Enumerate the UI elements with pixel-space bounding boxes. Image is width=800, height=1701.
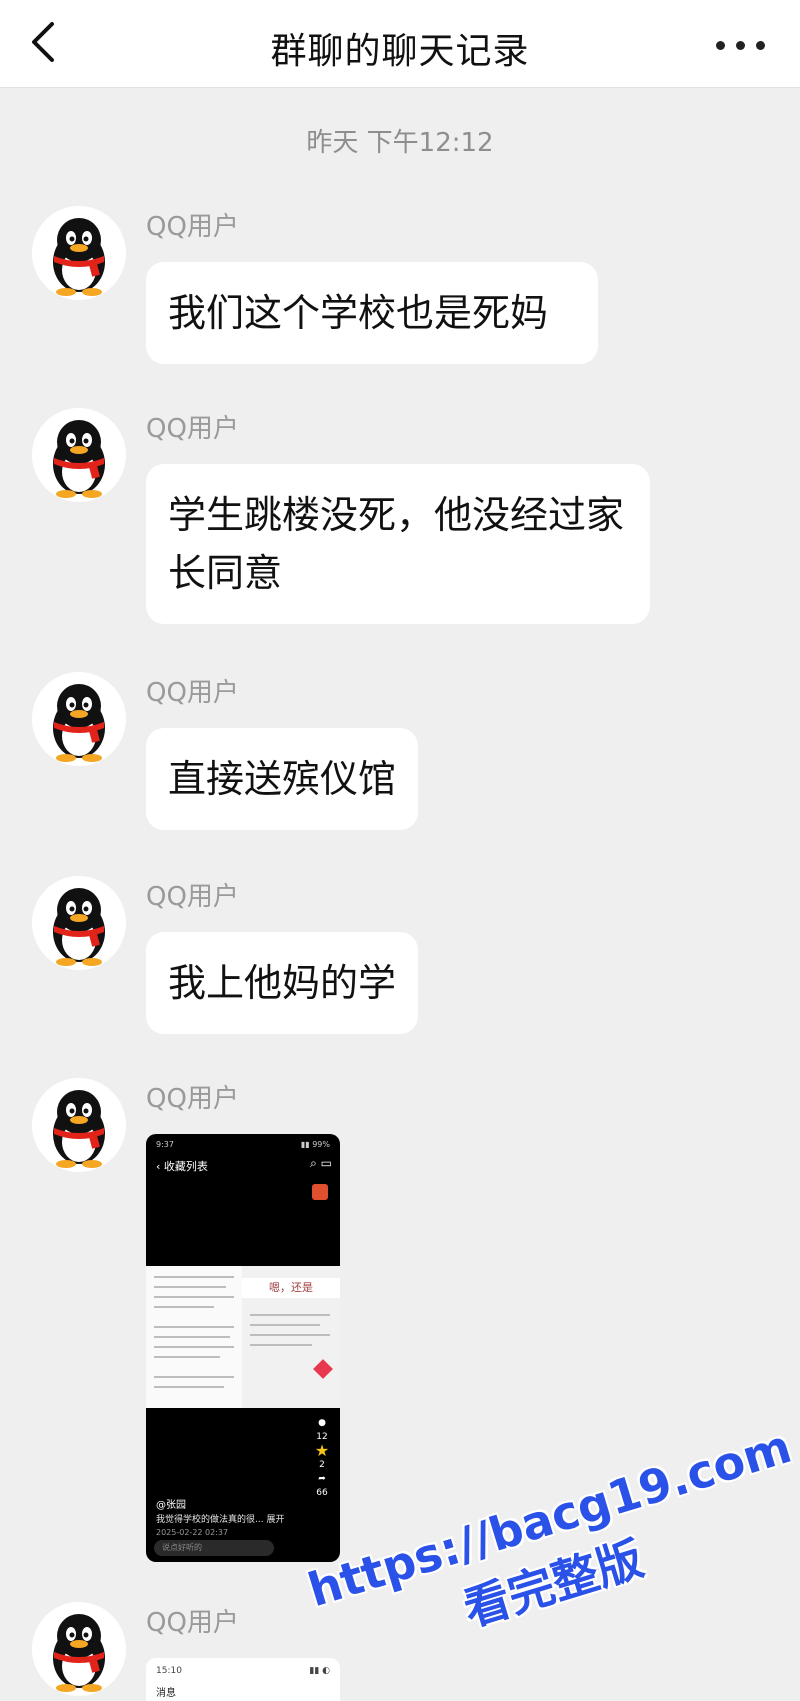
image-message[interactable]: 9:37 ▮▮ 99% ‹ 收藏列表 ⌕ ▭ 嗯，还是 ● 12 ★ 2 ➦ 6… bbox=[146, 1134, 340, 1562]
message-bubble[interactable]: 学生跳楼没死，他没经过家长同意 bbox=[146, 464, 650, 624]
qq-penguin-icon bbox=[32, 876, 126, 970]
screenshot-description: 我觉得学校的做法真的很... 展开 bbox=[156, 1515, 285, 1525]
more-button[interactable] bbox=[714, 24, 770, 64]
qq-penguin-icon bbox=[32, 206, 126, 300]
avatar[interactable] bbox=[32, 1078, 126, 1172]
star-icon: ★ bbox=[314, 1441, 330, 1460]
sender-name: QQ用户 bbox=[146, 212, 239, 242]
screenshot-heading: 消息 bbox=[156, 1688, 176, 1699]
share-icon: ➦ bbox=[318, 1474, 326, 1484]
status-bar-time: 9:37 bbox=[156, 1140, 174, 1149]
qq-penguin-icon bbox=[32, 408, 126, 502]
more-horizontal-icon bbox=[716, 41, 725, 50]
message-bubble[interactable]: 直接送殡仪馆 bbox=[146, 728, 419, 830]
chat-header: 群聊的聊天记录 bbox=[0, 0, 800, 88]
screenshot-content: 嗯，还是 bbox=[146, 1266, 340, 1408]
status-bar-time: 15:10 bbox=[156, 1666, 182, 1676]
qq-penguin-icon bbox=[32, 672, 126, 766]
status-bar-icons: ▮▮ ◐ bbox=[309, 1666, 330, 1676]
avatar[interactable] bbox=[32, 876, 126, 970]
sender-name: QQ用户 bbox=[146, 678, 239, 708]
message-timestamp: 昨天 下午12:12 bbox=[306, 128, 494, 158]
screenshot-comment-box: 说点好听的 bbox=[154, 1540, 274, 1556]
comment-icon: ● bbox=[318, 1418, 326, 1428]
gift-icon bbox=[312, 1184, 328, 1200]
avatar[interactable] bbox=[32, 672, 126, 766]
image-message[interactable]: 15:10 ▮▮ ◐ 消息 bbox=[146, 1658, 340, 1701]
screenshot-side-actions: ● 12 ★ 2 ➦ 66 bbox=[312, 1416, 332, 1500]
status-bar-icons: ▮▮ 99% bbox=[300, 1140, 330, 1149]
message-bubble[interactable]: 我们这个学校也是死妈 bbox=[146, 262, 598, 364]
screenshot-banner: 嗯，还是 bbox=[242, 1278, 340, 1298]
watermark: https://bacg19.com 看完整版 bbox=[301, 1419, 798, 1637]
avatar[interactable] bbox=[32, 1602, 126, 1696]
search-icon: ⌕ ▭ bbox=[310, 1156, 332, 1170]
avatar[interactable] bbox=[32, 408, 126, 502]
more-horizontal-icon bbox=[736, 41, 745, 50]
screenshot-text-column bbox=[146, 1266, 242, 1408]
sender-name: QQ用户 bbox=[146, 414, 239, 444]
screenshot-username: @张园 bbox=[156, 1500, 186, 1511]
qq-penguin-icon bbox=[32, 1078, 126, 1172]
sender-name: QQ用户 bbox=[146, 1084, 239, 1114]
avatar[interactable] bbox=[32, 206, 126, 300]
more-horizontal-icon bbox=[756, 41, 765, 50]
heart-icon bbox=[313, 1359, 333, 1379]
screenshot-date: 2025-02-22 02:37 bbox=[156, 1528, 229, 1537]
screenshot-nav-title: ‹ 收藏列表 bbox=[156, 1160, 208, 1173]
page-title: 群聊的聊天记录 bbox=[270, 31, 530, 72]
message-bubble[interactable]: 我上他妈的学 bbox=[146, 932, 419, 1034]
sender-name: QQ用户 bbox=[146, 1608, 239, 1638]
sender-name: QQ用户 bbox=[146, 882, 239, 912]
qq-penguin-icon bbox=[32, 1602, 126, 1696]
